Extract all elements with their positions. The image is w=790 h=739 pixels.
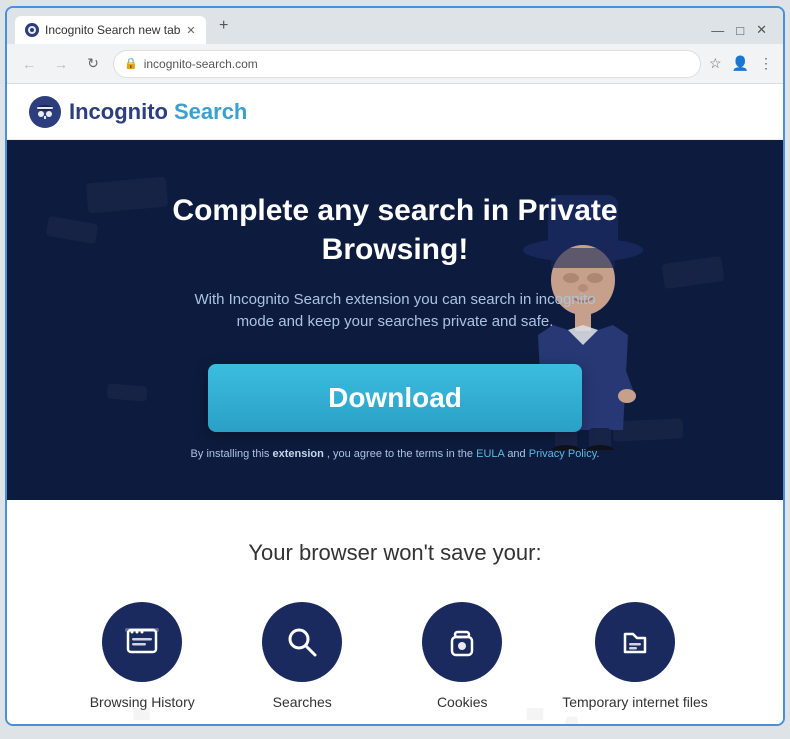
browsing-history-label: Browsing History (90, 694, 195, 710)
bookmark-icon[interactable]: ☆ (709, 55, 722, 72)
tab-favicon (25, 23, 39, 37)
features-grid: Browsing History Searches (27, 602, 763, 710)
browser-tab[interactable]: Incognito Search new tab ✕ (15, 16, 206, 44)
tab-close-button[interactable]: ✕ (186, 24, 195, 37)
tab-bar: Incognito Search new tab ✕ + — □ ✕ (7, 8, 783, 44)
logo-incognito-text: Incognito (69, 99, 168, 125)
privacy-policy-link[interactable]: Privacy Policy (529, 448, 597, 460)
close-window-button[interactable]: ✕ (756, 22, 767, 38)
feature-item-temp-files: Temporary internet files (562, 602, 708, 710)
address-text: incognito-search.com (144, 57, 690, 71)
lock-icon: 🔒 (124, 57, 138, 70)
new-tab-button[interactable]: + (212, 14, 236, 38)
feature-item-cookies: Cookies (402, 602, 522, 710)
features-section: incognito Your browser won't save your: (7, 500, 783, 724)
address-bar[interactable]: 🔒 incognito-search.com (113, 50, 701, 78)
cookies-label: Cookies (437, 694, 488, 710)
logo: Incognito Search (27, 94, 247, 130)
hero-section: Complete any search in Private Browsing!… (7, 140, 783, 500)
hero-subtitle: With Incognito Search extension you can … (185, 289, 605, 334)
maximize-button[interactable]: □ (736, 23, 744, 38)
feature-item-browsing-history: Browsing History (82, 602, 202, 710)
hero-title: Complete any search in Private Browsing! (95, 191, 695, 269)
account-icon[interactable]: 👤 (732, 55, 749, 72)
searches-icon-circle (262, 602, 342, 682)
back-button[interactable]: ← (17, 52, 41, 76)
content-area[interactable]: Complete any search in Private Browsing!… (7, 140, 783, 724)
menu-icon[interactable]: ⋮ (759, 55, 773, 72)
legal-text: By installing this extension , you agree… (191, 448, 600, 460)
tab-title: Incognito Search new tab (45, 23, 180, 37)
minimize-button[interactable]: — (711, 23, 724, 38)
page-header: Incognito Search (7, 84, 783, 140)
window-controls: — □ ✕ (711, 22, 775, 44)
browser-window: Incognito Search new tab ✕ + — □ ✕ ← → ↻… (5, 6, 785, 726)
address-bar-row: ← → ↻ 🔒 incognito-search.com ☆ 👤 ⋮ (7, 44, 783, 84)
refresh-button[interactable]: ↻ (81, 52, 105, 76)
cookies-icon-circle (422, 602, 502, 682)
features-title: Your browser won't save your: (27, 540, 763, 566)
searches-label: Searches (273, 694, 332, 710)
temp-files-icon-circle (595, 602, 675, 682)
download-button[interactable]: Download (208, 364, 582, 432)
address-actions: ☆ 👤 ⋮ (709, 55, 773, 72)
browsing-history-icon-circle (102, 602, 182, 682)
feature-item-searches: Searches (242, 602, 362, 710)
logo-icon (27, 94, 63, 130)
eula-link[interactable]: EULA (476, 448, 504, 460)
temp-files-label: Temporary internet files (562, 694, 708, 710)
forward-button[interactable]: → (49, 52, 73, 76)
logo-search-text: Search (174, 99, 247, 125)
